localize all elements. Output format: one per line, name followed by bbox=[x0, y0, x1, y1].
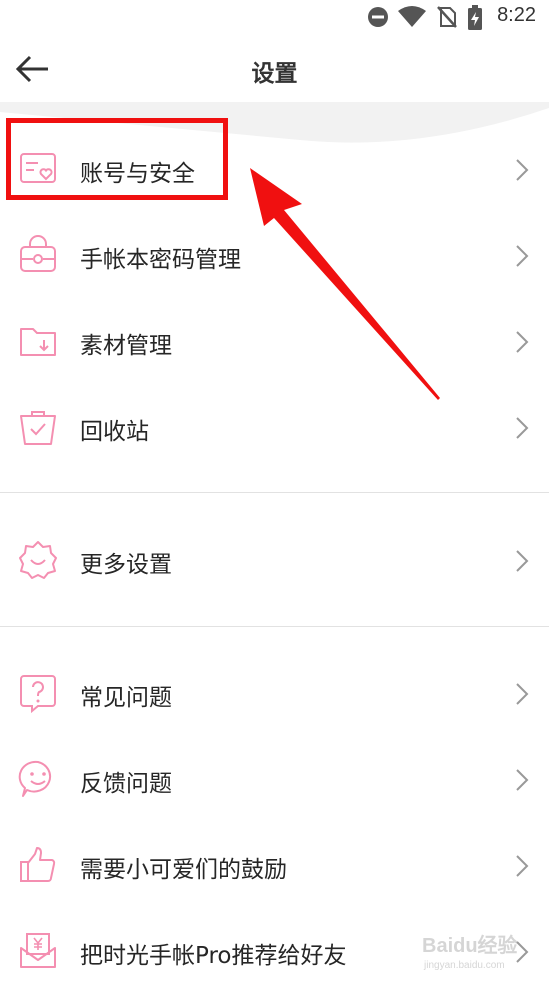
status-bar: 8:22 bbox=[0, 0, 549, 34]
menu-item-feedback[interactable]: 反馈问题 bbox=[0, 737, 549, 823]
lock-bag-icon bbox=[20, 235, 56, 272]
menu-item-label: 更多设置 bbox=[80, 552, 172, 578]
question-bubble-icon bbox=[20, 675, 56, 713]
chevron-right-icon bbox=[516, 769, 529, 791]
chevron-right-icon bbox=[516, 417, 529, 439]
battery-charging-icon bbox=[468, 5, 482, 30]
menu-item-label: 手帐本密码管理 bbox=[80, 247, 241, 273]
chevron-right-icon bbox=[516, 683, 529, 705]
watermark-url: jingyan.baidu.com bbox=[423, 960, 505, 971]
no-sim-icon bbox=[437, 6, 457, 28]
watermark-brand: Baidu经验 bbox=[422, 933, 518, 957]
do-not-disturb-icon bbox=[368, 7, 388, 27]
menu-item-label: 把时光手帐Pro推荐给好友 bbox=[80, 943, 347, 969]
section-divider bbox=[0, 492, 549, 493]
menu-item-label: 常见问题 bbox=[80, 685, 172, 711]
page-title: 设置 bbox=[251, 61, 298, 87]
menu-item-faq[interactable]: 常见问题 bbox=[0, 651, 549, 737]
status-time: 8:22 bbox=[497, 4, 536, 26]
red-arrow-annotation bbox=[250, 168, 440, 400]
menu-item-label: 反馈问题 bbox=[80, 771, 172, 797]
menu-item-encourage[interactable]: 需要小可爱们的鼓励 bbox=[0, 823, 549, 909]
menu-item-label: 回收站 bbox=[80, 419, 149, 445]
menu-item-more-settings[interactable]: 更多设置 bbox=[0, 518, 549, 604]
chevron-right-icon bbox=[516, 245, 529, 267]
highlight-box-annotation bbox=[6, 118, 228, 200]
wifi-icon bbox=[398, 6, 426, 27]
section-divider bbox=[0, 626, 549, 627]
smile-bubble-icon bbox=[18, 760, 52, 797]
chevron-right-icon bbox=[516, 550, 529, 572]
menu-item-label: 素材管理 bbox=[80, 333, 172, 359]
top-bar: 设置 bbox=[0, 34, 549, 104]
folder-download-icon bbox=[20, 328, 56, 356]
chevron-right-icon bbox=[516, 331, 529, 353]
baidu-watermark: Baidu经验 jingyan.baidu.com bbox=[422, 933, 518, 971]
thumbs-up-icon bbox=[20, 847, 56, 882]
gear-icon bbox=[19, 541, 57, 579]
chevron-right-icon bbox=[516, 159, 529, 181]
trash-bag-icon bbox=[20, 411, 56, 445]
chevron-right-icon bbox=[516, 855, 529, 877]
menu-item-label: 需要小可爱们的鼓励 bbox=[80, 857, 287, 883]
gift-yen-icon bbox=[20, 933, 56, 968]
